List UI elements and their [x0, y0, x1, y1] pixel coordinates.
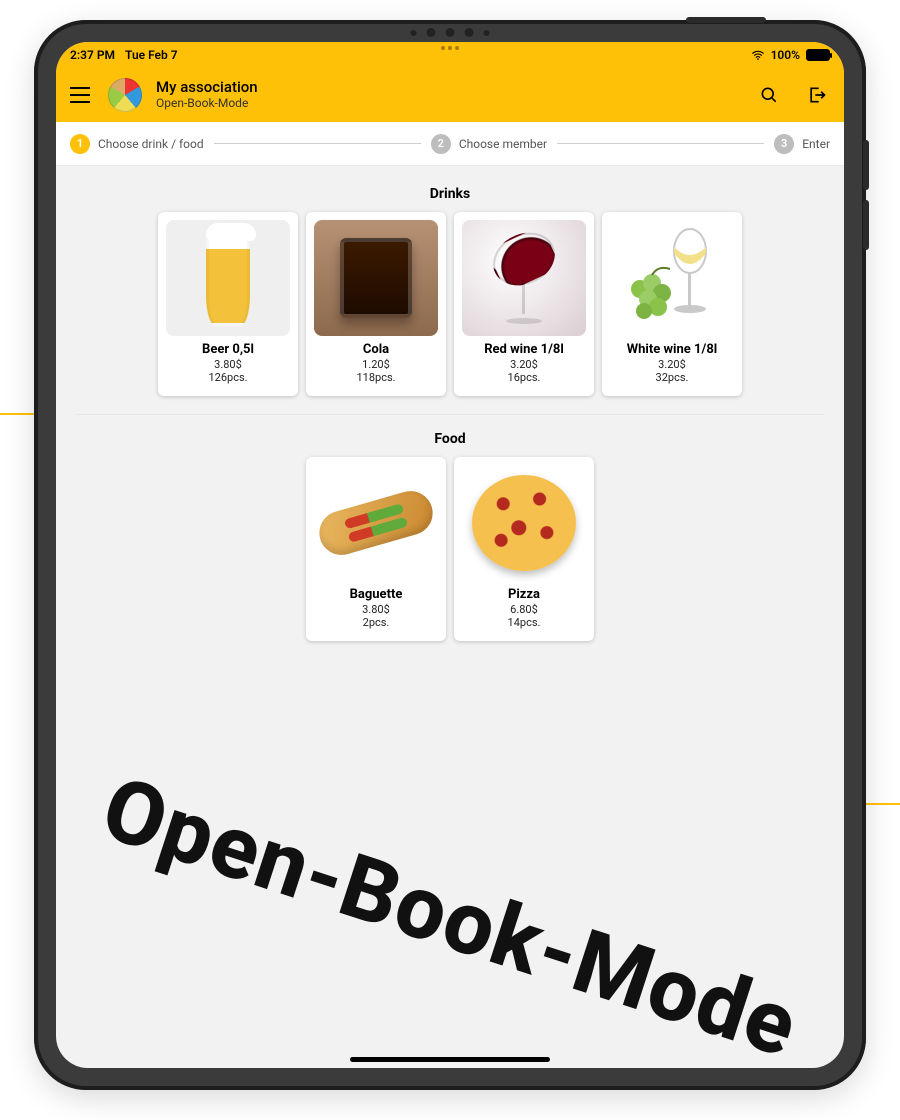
- device-volume-down: [863, 200, 869, 250]
- step-label-1: Choose drink / food: [98, 137, 204, 151]
- grapes-icon: [631, 268, 671, 319]
- device-camera-cluster: [411, 28, 490, 37]
- appbar-title: My association: [156, 79, 258, 96]
- product-name: Red wine 1/8l: [462, 342, 586, 357]
- product-card-beer[interactable]: Beer 0,5l 3.80$ 126pcs.: [158, 212, 298, 396]
- section-title-food: Food: [56, 431, 844, 447]
- step-enter[interactable]: 3 Enter: [774, 134, 830, 154]
- drinks-grid: Beer 0,5l 3.80$ 126pcs. Cola 1.20$ 118pc…: [56, 212, 844, 414]
- appbar-subtitle: Open-Book-Mode: [156, 97, 258, 111]
- product-image-cola: [314, 220, 438, 336]
- product-stock: 14pcs.: [462, 616, 586, 629]
- food-grid: Baguette 3.80$ 2pcs. Pizza 6.80$ 14pcs.: [56, 457, 844, 659]
- app-bar: My association Open-Book-Mode: [56, 68, 844, 122]
- section-divider: [76, 414, 824, 415]
- product-card-pizza[interactable]: Pizza 6.80$ 14pcs.: [454, 457, 594, 641]
- step-divider: [557, 143, 764, 144]
- product-image-baguette: [314, 465, 438, 581]
- content-area: Drinks Beer 0,5l 3.80$ 126pcs. Cola 1.20…: [56, 166, 844, 1068]
- product-price: 3.80$: [166, 358, 290, 371]
- step-number-3: 3: [774, 134, 794, 154]
- step-label-3: Enter: [802, 137, 830, 151]
- watermark-text: Open-Book-Mode: [90, 757, 809, 1068]
- screen: 2:37 PM Tue Feb 7 100% My association Op…: [56, 42, 844, 1068]
- product-name: Cola: [314, 342, 438, 357]
- step-number-2: 2: [431, 134, 451, 154]
- search-button[interactable]: [752, 78, 786, 112]
- product-stock: 16pcs.: [462, 371, 586, 384]
- white-wine-glass-icon: [674, 229, 706, 313]
- step-choose-member[interactable]: 2 Choose member: [431, 134, 547, 154]
- section-title-drinks: Drinks: [56, 186, 844, 202]
- multitasking-dots[interactable]: [441, 46, 459, 50]
- logout-icon: [807, 85, 827, 105]
- step-number-1: 1: [70, 134, 90, 154]
- product-card-cola[interactable]: Cola 1.20$ 118pcs.: [306, 212, 446, 396]
- product-image-pizza: [462, 465, 586, 581]
- product-stock: 118pcs.: [314, 371, 438, 384]
- product-price: 1.20$: [314, 358, 438, 371]
- product-price: 3.20$: [610, 358, 734, 371]
- product-name: Beer 0,5l: [166, 342, 290, 357]
- device-power-button: [686, 17, 766, 23]
- product-image-beer: [166, 220, 290, 336]
- product-stock: 32pcs.: [610, 371, 734, 384]
- product-card-white-wine[interactable]: White wine 1/8l 3.20$ 32pcs.: [602, 212, 742, 396]
- step-divider: [214, 143, 421, 144]
- battery-icon: [806, 49, 830, 61]
- status-time: 2:37 PM: [70, 48, 115, 62]
- product-card-baguette[interactable]: Baguette 3.80$ 2pcs.: [306, 457, 446, 641]
- product-stock: 2pcs.: [314, 616, 438, 629]
- device-volume-up: [863, 140, 869, 190]
- ipad-frame: 2:37 PM Tue Feb 7 100% My association Op…: [34, 20, 866, 1090]
- status-date: Tue Feb 7: [125, 48, 178, 62]
- product-price: 3.80$: [314, 603, 438, 616]
- step-choose-item[interactable]: 1 Choose drink / food: [70, 134, 204, 154]
- logout-button[interactable]: [800, 78, 834, 112]
- association-avatar[interactable]: [108, 78, 142, 112]
- home-indicator[interactable]: [350, 1057, 550, 1062]
- menu-button[interactable]: [66, 81, 94, 109]
- product-price: 3.20$: [462, 358, 586, 371]
- search-icon: [759, 85, 779, 105]
- status-battery-pct: 100%: [771, 48, 800, 62]
- step-label-2: Choose member: [459, 137, 547, 151]
- product-price: 6.80$: [462, 603, 586, 616]
- product-card-red-wine[interactable]: Red wine 1/8l 3.20$ 16pcs.: [454, 212, 594, 396]
- product-image-red-wine: [462, 220, 586, 336]
- product-name: Baguette: [314, 587, 438, 602]
- product-name: White wine 1/8l: [610, 342, 734, 357]
- status-bar: 2:37 PM Tue Feb 7 100%: [56, 42, 844, 68]
- wifi-icon: [751, 48, 765, 62]
- product-name: Pizza: [462, 587, 586, 602]
- stepper: 1 Choose drink / food 2 Choose member 3 …: [56, 122, 844, 166]
- product-stock: 126pcs.: [166, 371, 290, 384]
- product-image-white-wine: [610, 220, 734, 336]
